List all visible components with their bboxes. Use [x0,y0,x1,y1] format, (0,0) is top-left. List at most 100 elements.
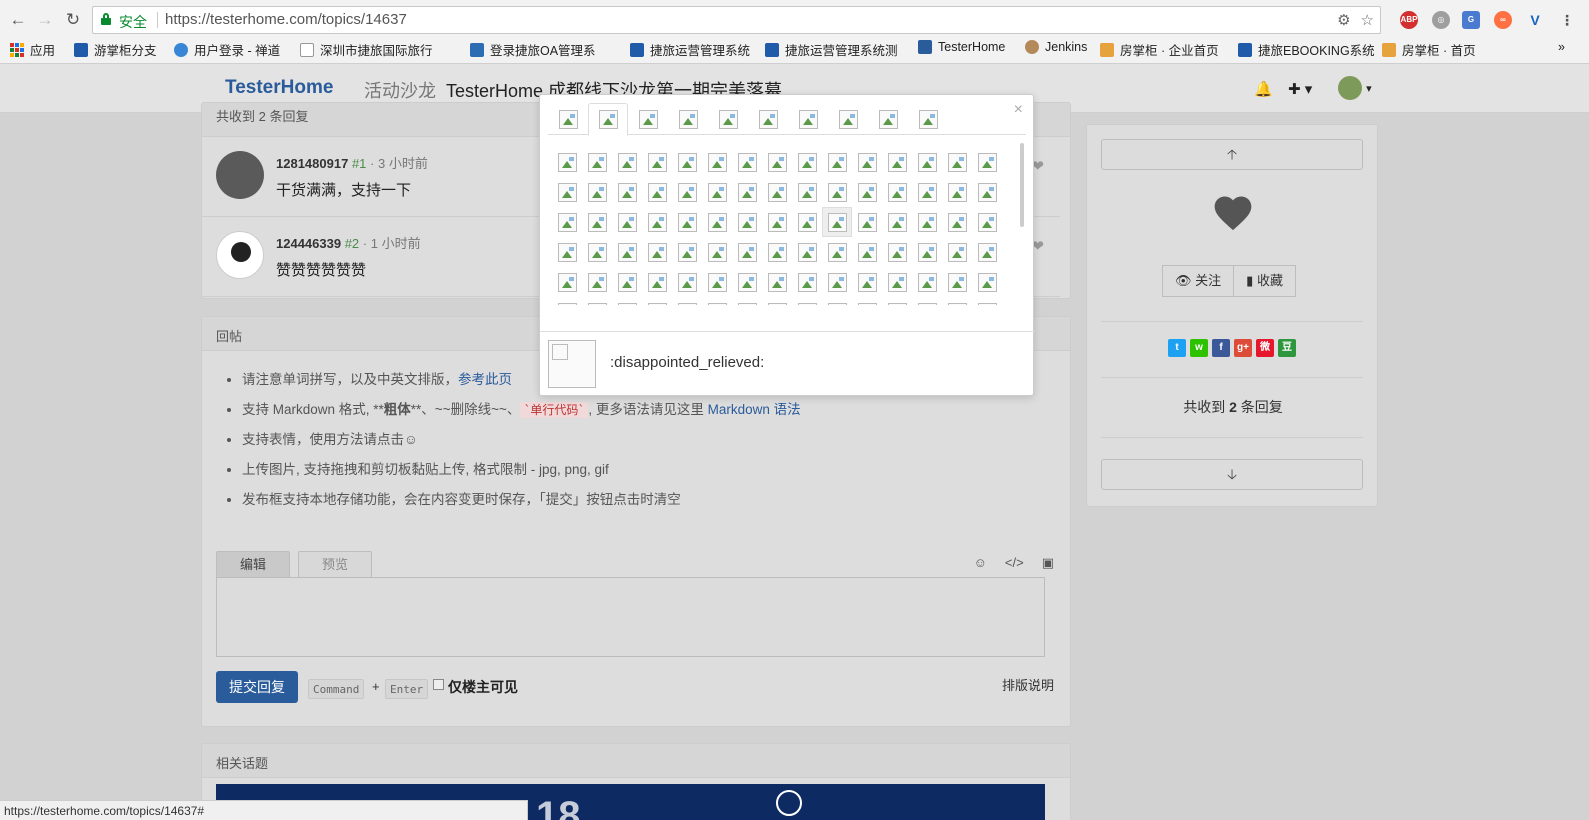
emoji-item[interactable] [972,177,1002,207]
emoji-item[interactable] [732,147,762,177]
v-extension-icon[interactable]: V [1526,11,1544,29]
bell-icon[interactable]: 🔔 [1254,80,1273,98]
bookmark-item[interactable]: 捷旅EBOOKING系统 [1238,40,1375,59]
image-upload-icon[interactable]: ▣ [1042,555,1054,571]
reply-floor[interactable]: #1 [352,156,366,171]
emoji-category-tab[interactable] [668,103,708,135]
emoji-item[interactable] [552,297,582,305]
emoji-item[interactable] [762,267,792,297]
emoji-icon[interactable]: ☺ [974,555,987,571]
emoji-item[interactable] [552,207,582,237]
emoji-item[interactable] [582,177,612,207]
emoji-item[interactable] [822,267,852,297]
emoji-item[interactable] [762,237,792,267]
emoji-item[interactable] [672,297,702,305]
heart-icon[interactable] [1211,191,1255,235]
translate-icon[interactable]: ⚙ [1337,11,1350,29]
emoji-item[interactable] [792,237,822,267]
emoji-item[interactable] [882,267,912,297]
translate-extension-icon[interactable]: G [1462,11,1480,29]
emoji-item[interactable] [972,297,1002,305]
follow-button[interactable]: 👁 关注 [1162,265,1235,297]
emoji-item[interactable] [612,267,642,297]
emoji-item[interactable] [912,267,942,297]
emoji-item[interactable] [912,207,942,237]
emoji-item[interactable] [642,267,672,297]
emoji-item[interactable] [882,147,912,177]
emoji-scrollbar[interactable] [1020,143,1024,227]
emoji-item[interactable] [942,237,972,267]
emoji-item[interactable] [672,147,702,177]
bookmark-item[interactable]: 游掌柜分支 [74,40,157,59]
emoji-item[interactable] [582,207,612,237]
submit-reply-button[interactable]: 提交回复 [216,671,298,703]
avatar[interactable] [216,231,264,279]
scroll-top-button[interactable]: 🡡 [1101,139,1363,170]
emoji-item[interactable] [702,237,732,267]
emoji-item[interactable] [792,297,822,305]
emoji-item[interactable] [912,237,942,267]
emoji-category-tab[interactable] [788,103,828,135]
emoji-item[interactable] [732,207,762,237]
avatar[interactable] [216,151,264,199]
emoji-item[interactable] [642,147,672,177]
globe-extension-icon[interactable]: ◎ [1432,11,1450,29]
bookmark-item[interactable]: 房掌柜 · 企业首页 [1100,40,1219,59]
emoji-category-tab[interactable] [708,103,748,135]
bookmark-item[interactable]: 深圳市捷旅国际旅行 [300,40,433,59]
site-logo[interactable]: TesterHome [225,77,333,99]
back-icon[interactable]: ← [8,10,28,30]
google-plus-share-icon[interactable]: g+ [1234,339,1252,357]
bookmark-item[interactable]: Jenkins [1025,40,1087,54]
forward-icon[interactable]: → [35,10,55,30]
infinity-extension-icon[interactable]: ∞ [1494,11,1512,29]
emoji-item[interactable] [762,147,792,177]
emoji-item[interactable] [642,237,672,267]
emoji-category-tab[interactable] [908,103,948,135]
emoji-item[interactable] [582,267,612,297]
emoji-item[interactable] [972,237,1002,267]
emoji-item[interactable] [912,147,942,177]
emoji-item[interactable] [942,267,972,297]
emoji-item[interactable] [732,237,762,267]
emoji-category-tab[interactable] [588,103,628,136]
markdown-syntax-link[interactable]: Markdown 语法 [708,402,801,417]
emoji-item[interactable] [612,297,642,305]
reply-username[interactable]: 1281480917 [276,156,348,171]
emoji-item[interactable] [852,267,882,297]
bookmark-item[interactable]: 捷旅运营管理系统 [630,40,750,59]
bookmark-item[interactable]: 应用 [10,40,55,59]
emoji-item[interactable] [792,177,822,207]
emoji-item[interactable] [552,237,582,267]
adblock-icon[interactable]: ABP [1400,11,1418,29]
emoji-item[interactable] [822,237,852,267]
emoji-category-tab[interactable] [868,103,908,135]
emoji-item[interactable] [882,237,912,267]
emoji-item[interactable] [852,207,882,237]
bookmark-item[interactable]: TesterHome [918,40,1005,54]
emoji-item[interactable] [822,207,852,237]
emoji-item[interactable] [912,297,942,305]
topic-node[interactable]: 活动沙龙 [364,77,436,103]
emoji-item[interactable] [672,267,702,297]
bookmark-item[interactable]: 房掌柜 · 首页 [1382,40,1476,59]
tab-preview[interactable]: 预览 [298,551,372,577]
emoji-item[interactable] [792,207,822,237]
emoji-item[interactable] [852,177,882,207]
reload-icon[interactable]: ↻ [63,10,83,30]
emoji-item[interactable] [792,267,822,297]
scroll-bottom-button[interactable]: 🡣 [1101,459,1363,490]
emoji-item[interactable] [762,207,792,237]
emoji-item[interactable] [732,177,762,207]
code-icon[interactable]: </> [1005,555,1024,571]
emoji-item[interactable] [792,147,822,177]
emoji-item[interactable] [972,207,1002,237]
emoji-item[interactable] [762,297,792,305]
more-bookmarks-icon[interactable]: » [1558,40,1565,54]
menu-icon[interactable]: ⋮ [1558,11,1576,29]
reply-username[interactable]: 124446339 [276,236,341,251]
emoji-item[interactable] [612,177,642,207]
wechat-share-icon[interactable]: w [1190,339,1208,357]
emoji-item[interactable] [702,207,732,237]
emoji-item[interactable] [822,147,852,177]
